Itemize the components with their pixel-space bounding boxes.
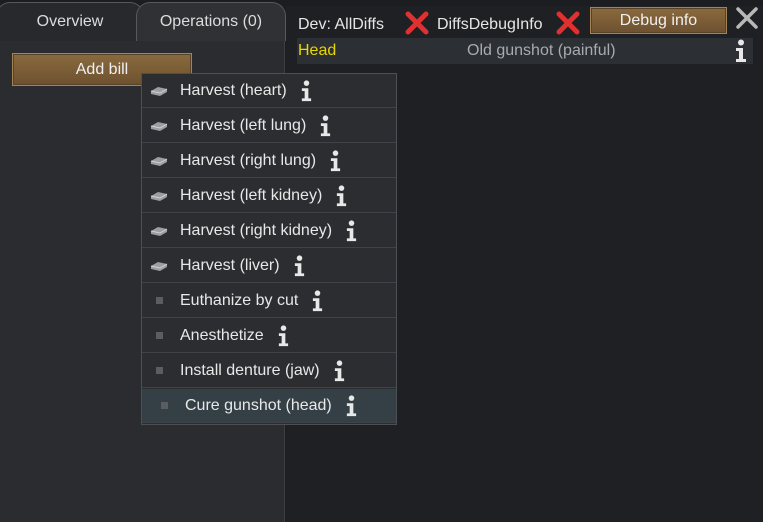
tab-overview[interactable]: Overview [0, 2, 144, 41]
organ-icon [150, 192, 168, 201]
organ-icon [150, 122, 168, 131]
bullet-icon [156, 367, 163, 374]
organ-icon [150, 227, 168, 236]
menu-item-label: Harvest (right kidney) [180, 221, 333, 239]
bullet-icon [156, 332, 163, 339]
menu-item[interactable]: Harvest (right lung) [142, 144, 396, 178]
menu-item-label: Harvest (left lung) [180, 116, 307, 134]
debug-info-button-label: Debug info [619, 11, 698, 29]
info-icon[interactable] [344, 394, 359, 418]
info-icon[interactable] [334, 184, 349, 208]
add-bill-label: Add bill [75, 60, 129, 78]
diffs-debug-info-toggle-x-icon[interactable] [555, 10, 581, 36]
info-icon[interactable] [292, 254, 307, 278]
tab-overview-label: Overview [36, 13, 104, 30]
diffs-debug-info-label: DiffsDebugInfo [437, 16, 543, 33]
hediff-description: Old gunshot (painful) [467, 42, 616, 59]
organ-icon [150, 157, 168, 166]
menu-item[interactable]: Euthanize by cut [142, 284, 396, 318]
menu-item[interactable]: Cure gunshot (head) [142, 389, 396, 423]
menu-item-label: Cure gunshot (head) [185, 396, 332, 414]
organ-icon [150, 262, 168, 271]
add-bill-menu: Harvest (heart) Harvest (left lung) Harves… [141, 73, 397, 425]
menu-item-label: Harvest (left kidney) [180, 186, 323, 204]
organ-icon [150, 87, 168, 96]
info-icon[interactable] [733, 38, 749, 64]
bullet-icon [161, 402, 168, 409]
info-icon[interactable] [344, 219, 359, 243]
menu-item-label: Harvest (heart) [180, 81, 287, 99]
close-icon[interactable] [735, 6, 759, 30]
info-icon[interactable] [332, 359, 347, 383]
bullet-icon [156, 297, 163, 304]
menu-item[interactable]: Install denture (jaw) [142, 354, 396, 388]
menu-item-label: Install denture (jaw) [180, 361, 320, 379]
menu-item[interactable]: Harvest (right kidney) [142, 214, 396, 248]
tab-operations-label: Operations (0) [159, 13, 263, 30]
tab-operations[interactable]: Operations (0) [136, 2, 286, 41]
info-icon[interactable] [328, 149, 343, 173]
info-icon[interactable] [299, 79, 314, 103]
info-icon[interactable] [276, 324, 291, 348]
info-icon[interactable] [318, 114, 333, 138]
debug-info-button[interactable]: Debug info [590, 7, 727, 34]
menu-item-label: Anesthetize [180, 326, 264, 344]
dev-all-diffs-label: Dev: AllDiffs [298, 16, 384, 33]
menu-item[interactable]: Harvest (heart) [142, 74, 396, 108]
menu-item[interactable]: Harvest (left lung) [142, 109, 396, 143]
menu-item-label: Harvest (right lung) [180, 151, 317, 169]
menu-item[interactable]: Harvest (liver) [142, 249, 396, 283]
menu-item-label: Harvest (liver) [180, 256, 280, 274]
all-diffs-toggle-x-icon[interactable] [404, 10, 430, 36]
info-icon[interactable] [310, 289, 325, 313]
hediff-part-label: Head [298, 42, 337, 59]
menu-item[interactable]: Anesthetize [142, 319, 396, 353]
menu-item-label: Euthanize by cut [180, 291, 299, 309]
menu-item[interactable]: Harvest (left kidney) [142, 179, 396, 213]
